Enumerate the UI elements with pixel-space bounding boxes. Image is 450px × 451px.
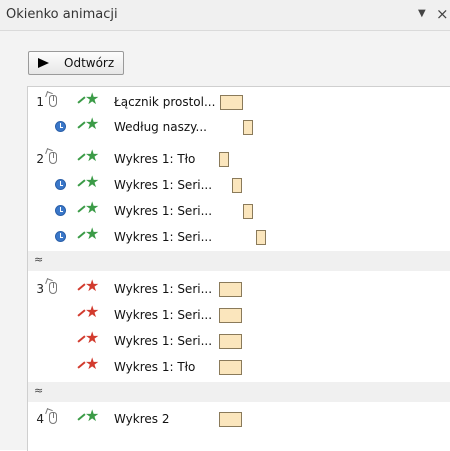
exit-effect-icon: ★ (77, 356, 99, 372)
clock-icon (55, 231, 66, 242)
animation-item[interactable]: 4 ★ Wykres 2 (28, 407, 450, 431)
timing-bar[interactable] (219, 412, 242, 427)
animation-item[interactable]: ★ Wykres 1: Seri... (28, 303, 450, 327)
sequence-number: 1 (36, 95, 44, 109)
pane-menu-dropdown-icon[interactable]: ▼ (418, 8, 426, 19)
animation-item[interactable]: 2 ★ Wykres 1: Tło (28, 147, 450, 171)
mouse-click-icon (49, 412, 57, 424)
mouse-click-icon (49, 282, 57, 294)
clock-icon (55, 205, 66, 216)
collapse-chevron-icon[interactable]: ≈ (34, 384, 43, 397)
play-button-label: Odtwórz (64, 56, 115, 70)
pane-title-bar: Okienko animacji ▼ × (0, 0, 450, 31)
animation-item-label: Wykres 1: Seri... (114, 178, 213, 192)
animation-item-label: Wykres 2 (114, 412, 170, 426)
close-icon[interactable]: × (436, 5, 449, 23)
timing-bar[interactable] (219, 152, 229, 167)
entrance-effect-icon: ★ (77, 148, 99, 164)
animation-item[interactable]: 1 ★ Łącznik prostol... (28, 90, 450, 114)
clock-icon (55, 179, 66, 190)
timing-bar[interactable] (243, 204, 253, 219)
timing-bar[interactable] (219, 282, 242, 297)
exit-effect-icon: ★ (77, 304, 99, 320)
exit-effect-icon: ★ (77, 278, 99, 294)
animation-item-label: Łącznik prostol... (114, 95, 216, 109)
timing-bar[interactable] (232, 178, 242, 193)
animation-item-label: Wykres 1: Tło (114, 152, 196, 166)
entrance-effect-icon: ★ (77, 408, 99, 424)
mouse-click-icon (49, 95, 57, 107)
entrance-effect-icon: ★ (77, 91, 99, 107)
sequence-number: 2 (36, 152, 44, 166)
clock-icon (55, 121, 66, 132)
collapse-chevron-icon[interactable]: ≈ (34, 253, 43, 266)
mouse-click-icon (49, 152, 57, 164)
sequence-number: 3 (36, 282, 44, 296)
timing-bar[interactable] (219, 334, 242, 349)
animation-item-label: Według naszy... (114, 120, 207, 134)
exit-effect-icon: ★ (77, 330, 99, 346)
animation-item[interactable]: ★ Wykres 1: Seri... (28, 173, 450, 197)
animation-list[interactable]: 1 ★ Łącznik prostol... ★ Według naszy...… (27, 86, 450, 451)
animation-item[interactable]: 3 ★ Wykres 1: Seri... (28, 277, 450, 301)
entrance-effect-icon: ★ (77, 116, 99, 132)
play-button[interactable]: Odtwórz (28, 51, 124, 75)
animation-item[interactable]: ★ Wykres 1: Tło (28, 355, 450, 379)
pane-title: Okienko animacji (6, 7, 118, 22)
timing-bar[interactable] (256, 230, 266, 245)
play-icon (38, 58, 49, 68)
animation-item[interactable]: ★ Wykres 1: Seri... (28, 329, 450, 353)
animation-pane: Okienko animacji ▼ × Odtwórz 1 ★ Łącznik… (0, 0, 450, 451)
timing-bar[interactable] (219, 360, 242, 375)
timing-bar[interactable] (220, 95, 243, 110)
animation-item-label: Wykres 1: Seri... (114, 334, 213, 348)
entrance-effect-icon: ★ (77, 174, 99, 190)
animation-item-label: Wykres 1: Seri... (114, 308, 213, 322)
sequence-number: 4 (36, 412, 44, 426)
timing-bar[interactable] (219, 308, 242, 323)
entrance-effect-icon: ★ (77, 226, 99, 242)
animation-item[interactable]: ★ Według naszy... (28, 115, 450, 139)
animation-item-label: Wykres 1: Tło (114, 360, 196, 374)
timing-bar[interactable] (243, 120, 253, 135)
animation-item-label: Wykres 1: Seri... (114, 204, 213, 218)
animation-item-label: Wykres 1: Seri... (114, 230, 213, 244)
entrance-effect-icon: ★ (77, 200, 99, 216)
group-separator: ≈ (28, 251, 450, 271)
animation-item[interactable]: ★ Wykres 1: Seri... (28, 199, 450, 223)
animation-item-label: Wykres 1: Seri... (114, 282, 213, 296)
animation-item[interactable]: ★ Wykres 1: Seri... (28, 225, 450, 249)
group-separator: ≈ (28, 382, 450, 402)
